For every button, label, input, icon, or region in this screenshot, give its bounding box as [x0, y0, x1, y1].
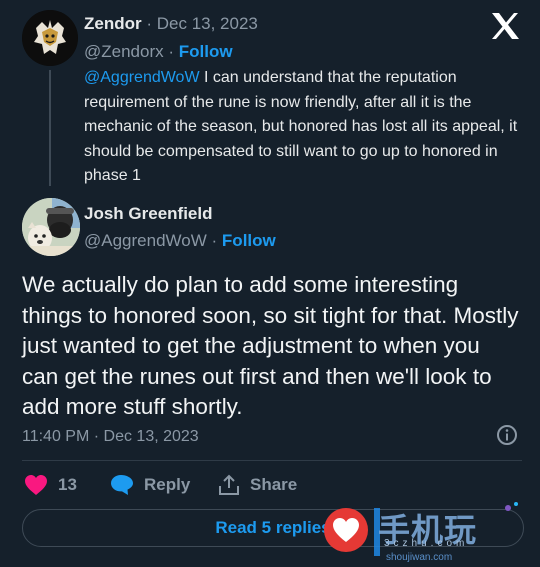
main-follow-button[interactable]: Follow [222, 231, 276, 250]
parent-tweet-body: I can understand that the reputation req… [84, 69, 518, 184]
parent-author-name[interactable]: Zendor [84, 14, 142, 33]
parent-handle-row: @Zendorx · Follow [84, 42, 233, 62]
like-count: 13 [58, 475, 77, 494]
main-handle[interactable]: @AggrendWoW [84, 231, 207, 250]
josh-greenfield-avatar[interactable] [22, 198, 80, 256]
parent-tweet-text: @AggrendWoW I can understand that the re… [84, 66, 524, 189]
like-button[interactable]: 13 [24, 474, 77, 496]
embedded-tweet-card: Zendor · Dec 13, 2023 @Zendorx · Follow … [0, 0, 540, 564]
main-handle-row: @AggrendWoW · Follow [84, 231, 276, 251]
share-icon [218, 474, 240, 496]
main-author-name[interactable]: Josh Greenfield [84, 204, 212, 224]
parent-handle-separator: · [168, 42, 175, 61]
watermark-url: shoujiwan.com [386, 552, 453, 563]
reply-label: Reply [144, 475, 191, 494]
zendor-avatar[interactable] [22, 10, 78, 66]
main-tweet-timestamp[interactable]: 11:40 PM · Dec 13, 2023 [22, 428, 199, 446]
x-logo-icon[interactable] [490, 12, 522, 42]
share-button[interactable]: Share [218, 474, 297, 496]
parent-date[interactable]: Dec 13, 2023 [157, 14, 258, 33]
main-handle-separator: · [211, 231, 218, 250]
thread-connector-line [49, 70, 51, 186]
watermark-subtext: 3czhu.com [384, 538, 469, 549]
parent-follow-button[interactable]: Follow [179, 42, 233, 61]
actions-divider [22, 460, 522, 461]
main-tweet-text: We actually do plan to add some interest… [22, 272, 519, 419]
info-icon[interactable] [496, 424, 518, 446]
read-replies-label: Read 5 replies [215, 518, 331, 537]
parent-handle[interactable]: @Zendorx [84, 42, 164, 61]
heart-icon [24, 474, 48, 496]
parent-mention-link[interactable]: @AggrendWoW [84, 69, 200, 86]
parent-separator: · [146, 14, 153, 33]
share-label: Share [250, 475, 298, 494]
parent-header: Zendor · Dec 13, 2023 [84, 14, 258, 34]
reply-button[interactable]: Reply [110, 474, 190, 496]
reply-bubble-icon [110, 474, 134, 496]
